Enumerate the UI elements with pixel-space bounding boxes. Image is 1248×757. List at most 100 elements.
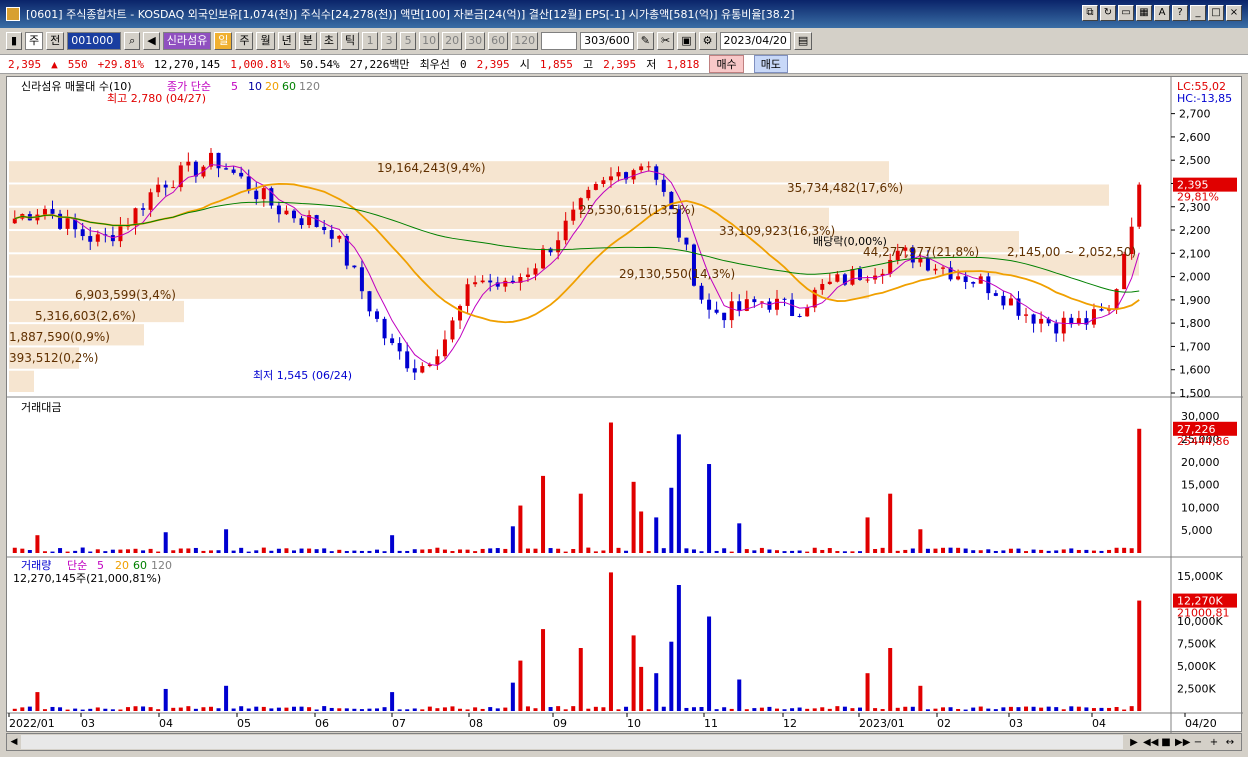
jeon-button[interactable]: 전 (46, 32, 65, 50)
period-second[interactable]: 초 (319, 32, 338, 50)
volume-bar (510, 682, 515, 711)
app-icon (6, 7, 20, 21)
search-icon[interactable]: ⌕ (124, 32, 141, 50)
amount-bar (654, 517, 659, 553)
candle-body (1091, 309, 1096, 325)
candle-body (1137, 184, 1142, 227)
amount-bar (42, 551, 47, 553)
candle-body (1024, 314, 1029, 316)
window-icon[interactable]: ▭ (1118, 5, 1134, 21)
amount-bar (337, 549, 342, 553)
chart-type-icon[interactable]: ▮ (6, 32, 22, 50)
volume-bar (888, 648, 893, 711)
volume-profile-label: 33,109,923(16,3%) (719, 224, 835, 238)
gear-icon[interactable]: ⚙ (698, 32, 717, 50)
volume-bar (208, 706, 213, 711)
interval-120[interactable]: 120 (511, 32, 539, 50)
amount-bar (903, 549, 908, 553)
volume-bar (1046, 706, 1051, 711)
amount-bar (616, 547, 621, 553)
count-input[interactable]: 303/600 (580, 32, 634, 50)
candle-body (759, 301, 764, 303)
amount-bar (133, 548, 138, 553)
interval-20[interactable]: 20 (442, 32, 463, 50)
date-input[interactable]: 2023/04/20 (719, 32, 791, 50)
stock-name[interactable]: 신라섬유 (162, 32, 212, 50)
sell-button[interactable]: 매도 (753, 55, 788, 73)
tools-icon[interactable]: ✎ (636, 32, 654, 50)
mode-select[interactable]: 주 (25, 32, 44, 50)
interval-60[interactable]: 60 (488, 32, 509, 50)
help-icon[interactable]: ? (1172, 5, 1188, 21)
volume-bar (918, 685, 923, 711)
scissors-icon[interactable]: ✂ (657, 32, 675, 50)
rewind-icon[interactable]: ◀◀ (1143, 737, 1158, 748)
amount-bar (873, 548, 878, 553)
calendar-icon[interactable]: ▤ (793, 32, 813, 50)
volume-bar (503, 707, 508, 711)
forward-icon[interactable]: ▶▶ (1175, 737, 1190, 748)
scroll-track[interactable] (21, 735, 1123, 749)
open-price: 1,855 (539, 57, 573, 71)
amount-bar (284, 548, 289, 553)
period-day[interactable]: 일 (214, 32, 233, 50)
scrollbar[interactable]: ◀ ▶ ◀◀ ■ ▶▶ − + ↔ (6, 733, 1242, 751)
interval-1[interactable]: 1 (362, 32, 379, 50)
scroll-left-icon[interactable]: ◀ (7, 735, 21, 749)
volume-bar (65, 709, 70, 711)
font-icon[interactable]: A (1154, 5, 1170, 21)
chart-area[interactable]: 2,7002,6002,5002,4002,3002,2002,1002,000… (6, 76, 1243, 733)
maximize-button[interactable]: □ (1208, 5, 1224, 21)
volume-bar (631, 635, 636, 711)
amount-bar (73, 550, 78, 553)
candle-body (820, 284, 825, 290)
zoom-out-icon[interactable]: − (1191, 737, 1205, 748)
period-year[interactable]: 년 (277, 32, 296, 50)
minimize-button[interactable]: _ (1190, 5, 1206, 21)
amount-bar (390, 535, 395, 553)
refresh-icon[interactable]: ↻ (1100, 5, 1116, 21)
interval-30[interactable]: 30 (465, 32, 486, 50)
amount-bar (254, 550, 259, 553)
volume-profile-band (9, 370, 34, 392)
speaker-icon[interactable]: ◀ (143, 32, 160, 50)
x-tick-label: 03 (1009, 717, 1023, 730)
grid-icon[interactable]: ▦ (1136, 5, 1152, 21)
volume-bar (707, 616, 712, 711)
close-button[interactable]: × (1226, 5, 1242, 21)
link-icon[interactable]: ⧉ (1082, 5, 1098, 21)
volume-bar (948, 707, 953, 711)
stock-code-input[interactable]: 001000 (67, 32, 122, 50)
amount-bar (148, 548, 153, 553)
interval-10[interactable]: 10 (419, 32, 440, 50)
candle-body (420, 366, 425, 373)
period-tick[interactable]: 틱 (340, 32, 360, 50)
stop-icon[interactable]: ■ (1159, 737, 1173, 748)
candle-body (533, 268, 538, 275)
period-minute[interactable]: 분 (298, 32, 317, 50)
interval-custom-input[interactable] (541, 32, 578, 50)
amount-bar (941, 547, 946, 553)
amount-tick-label: 30,000 (1181, 410, 1220, 423)
candle-body (42, 209, 47, 215)
play-icon[interactable]: ▶ (1127, 737, 1141, 748)
period-month[interactable]: 월 (256, 32, 275, 50)
x-tick-label: 04 (1092, 717, 1106, 730)
interval-5[interactable]: 5 (400, 32, 417, 50)
volume-bar (790, 708, 795, 711)
amount-bar (737, 523, 742, 553)
amount-bar (503, 548, 508, 553)
buy-button[interactable]: 매수 (709, 55, 744, 73)
chart-svg[interactable]: 2,7002,6002,5002,4002,3002,2002,1002,000… (7, 77, 1243, 733)
period-week[interactable]: 주 (235, 32, 254, 50)
candle-body (797, 315, 802, 317)
fit-icon[interactable]: ↔ (1223, 737, 1237, 748)
interval-3[interactable]: 3 (381, 32, 398, 50)
volume-bar (744, 709, 749, 711)
price-tick-label: 2,100 (1179, 247, 1211, 260)
zoom-in-icon[interactable]: + (1207, 737, 1221, 748)
x-tick-label: 11 (704, 717, 718, 730)
volume-bar (865, 673, 870, 711)
save-icon[interactable]: ▣ (677, 32, 696, 50)
volume-bar (797, 707, 802, 711)
